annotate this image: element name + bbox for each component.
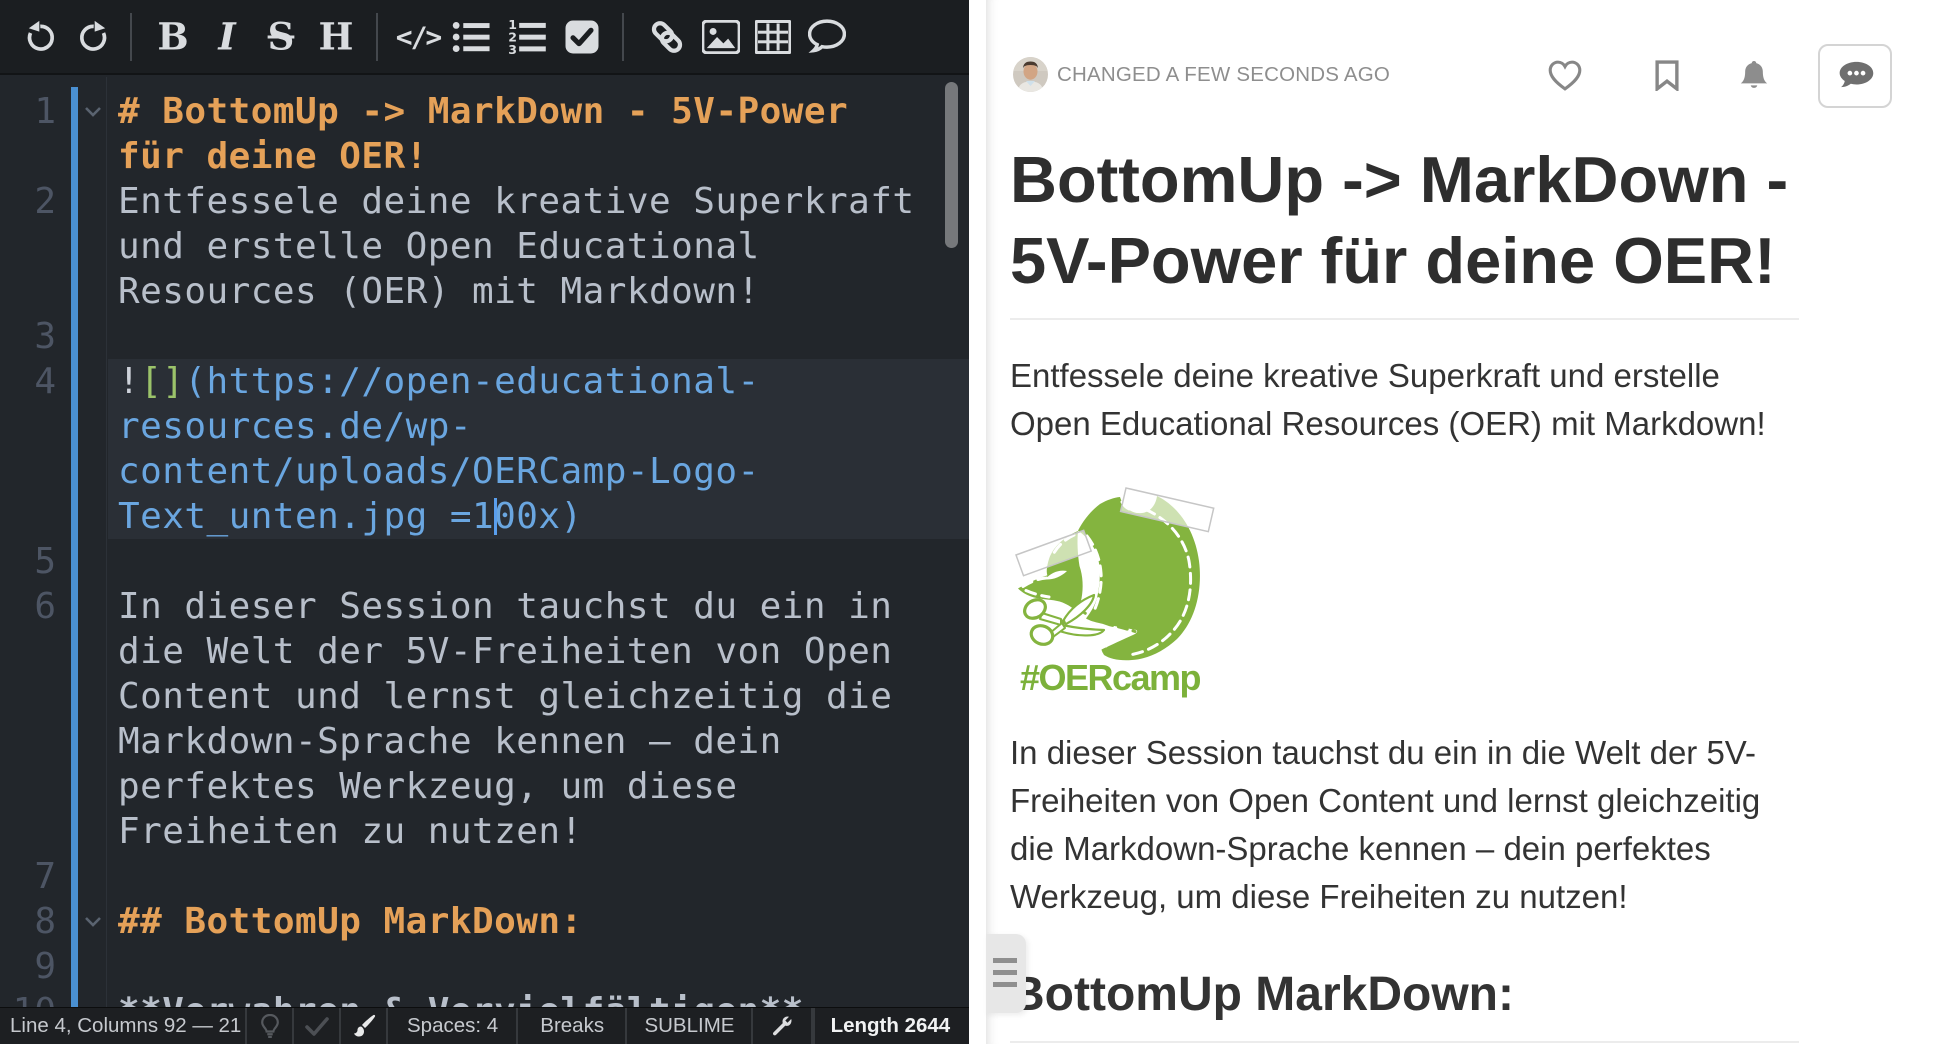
- line-number[interactable]: 4: [0, 359, 56, 404]
- line-number[interactable]: 10: [0, 989, 56, 1007]
- last-changed-label: CHANGED A FEW SECONDS AGO: [1057, 57, 1390, 92]
- oercamp-logo: #OERcamp: [1008, 483, 1220, 695]
- fold-chevron-icon[interactable]: [84, 899, 102, 944]
- heading2-divider: [1010, 1041, 1799, 1043]
- lightbulb-icon[interactable]: [247, 1008, 294, 1044]
- code-row[interactable]: Entfessele deine kreative Superkraft: [118, 179, 914, 224]
- fold-chevron-icon[interactable]: [84, 89, 102, 134]
- line-number[interactable]: 8: [0, 899, 56, 944]
- wrench-icon[interactable]: [753, 1008, 813, 1044]
- code-row[interactable]: Markdown-Sprache kennen – dein: [118, 719, 782, 764]
- toolbar-separator: [376, 13, 378, 61]
- length-label: Length 2644: [813, 1008, 969, 1044]
- line-number[interactable]: 7: [0, 854, 56, 899]
- line-number[interactable]: 9: [0, 944, 56, 989]
- code-row[interactable]: ## BottomUp MarkDown:: [118, 899, 583, 944]
- code-row[interactable]: # BottomUp -> MarkDown - 5V-Power: [118, 89, 848, 134]
- editor-statusbar: Line 4, Columns 92 — 21 Spaces: 4 Breaks…: [0, 1007, 969, 1044]
- italic-icon[interactable]: I: [218, 19, 235, 56]
- strikethrough-icon[interactable]: S: [268, 19, 295, 56]
- brush-icon[interactable]: [341, 1008, 388, 1044]
- editor-scrollbar[interactable]: [945, 82, 958, 248]
- spaces-label[interactable]: Spaces: 4: [388, 1008, 518, 1044]
- scissors-icon: [1021, 595, 1104, 647]
- heart-icon[interactable]: [1548, 60, 1582, 96]
- logo-caption: #OERcamp: [1008, 657, 1212, 699]
- cursor-position-label: Line 4, Columns 92 — 21: [0, 1008, 247, 1044]
- toolbar-separator: [130, 13, 132, 61]
- code-row[interactable]: die Welt der 5V-Freiheiten von Open: [118, 629, 892, 674]
- avatar[interactable]: [1013, 57, 1048, 92]
- comment-icon[interactable]: [808, 19, 846, 55]
- spellcheck-icon[interactable]: [294, 1008, 341, 1044]
- heading1-divider: [1010, 318, 1799, 320]
- bullet-list-icon[interactable]: [452, 20, 490, 54]
- preview-paragraph2: In dieser Session tauchst du ein in die …: [1010, 729, 1800, 921]
- code-icon[interactable]: </>: [396, 21, 441, 54]
- numbered-list-icon[interactable]: 123: [508, 19, 546, 55]
- line-number[interactable]: 2: [0, 179, 56, 224]
- line-number[interactable]: 5: [0, 539, 56, 584]
- code-row[interactable]: für deine OER!: [118, 134, 428, 179]
- toolbar-separator: [622, 13, 624, 61]
- code-editor[interactable]: 12345678910 # BottomUp -> MarkDown - 5V-…: [0, 77, 969, 1007]
- code-row[interactable]: und erstelle Open Educational: [118, 224, 760, 269]
- preview-heading1: BottomUp -> MarkDown - 5V-Power für dein…: [1010, 139, 1810, 301]
- code-row[interactable]: resources.de/wp-: [118, 404, 472, 449]
- svg-text:3: 3: [508, 42, 517, 55]
- code-row[interactable]: Content und lernst gleichzeitig die: [118, 674, 892, 719]
- breaks-label[interactable]: Breaks: [518, 1008, 627, 1044]
- redo-icon[interactable]: [75, 20, 111, 54]
- line-number[interactable]: 3: [0, 314, 56, 359]
- keymap-label[interactable]: SUBLIME: [627, 1008, 752, 1044]
- gutter-border: [106, 77, 107, 1007]
- code-row[interactable]: perfektes Werkzeug, um diese: [118, 764, 737, 809]
- grip-icon: [993, 958, 1017, 994]
- app-window: B I S H </> 123: [0, 0, 1938, 1044]
- code-row[interactable]: Text_unten.jpg =100x): [118, 494, 583, 539]
- code-row[interactable]: ![](https://open-educational-: [118, 359, 760, 404]
- authorship-bar: [71, 87, 78, 1007]
- code-row[interactable]: Freiheiten zu nutzen!: [118, 809, 583, 854]
- image-icon[interactable]: [702, 20, 740, 54]
- pane-splitter[interactable]: [969, 0, 986, 1044]
- editor-pane: B I S H </> 123: [0, 0, 969, 1044]
- link-icon[interactable]: [648, 18, 686, 56]
- bookmark-icon[interactable]: [1655, 60, 1679, 96]
- line-number[interactable]: 1: [0, 89, 56, 134]
- bell-icon[interactable]: [1740, 60, 1769, 97]
- line-number[interactable]: 6: [0, 584, 56, 629]
- code-row[interactable]: Resources (OER) mit Markdown!: [118, 269, 760, 314]
- preview-paragraph1: Entfessele deine kreative Superkraft und…: [1010, 352, 1800, 448]
- table-icon[interactable]: [755, 20, 791, 54]
- heading-icon[interactable]: H: [319, 19, 354, 56]
- undo-icon[interactable]: [23, 20, 59, 54]
- splitter-handle[interactable]: [986, 934, 1026, 1013]
- code-row[interactable]: content/uploads/OERCamp-Logo-: [118, 449, 760, 494]
- code-row[interactable]: **Verwahren & Vervielfältigen**: [118, 989, 804, 1007]
- check-square-icon[interactable]: [564, 19, 600, 55]
- code-row[interactable]: In dieser Session tauchst du ein in: [118, 584, 892, 629]
- preview-heading2: BottomUp MarkDown:: [1010, 965, 1800, 1025]
- bold-icon[interactable]: B: [157, 19, 188, 56]
- text-cursor: [494, 498, 497, 535]
- editor-toolbar: B I S H </> 123: [0, 0, 969, 75]
- comment-bubble-icon: [1836, 61, 1874, 92]
- comments-button[interactable]: [1818, 44, 1892, 108]
